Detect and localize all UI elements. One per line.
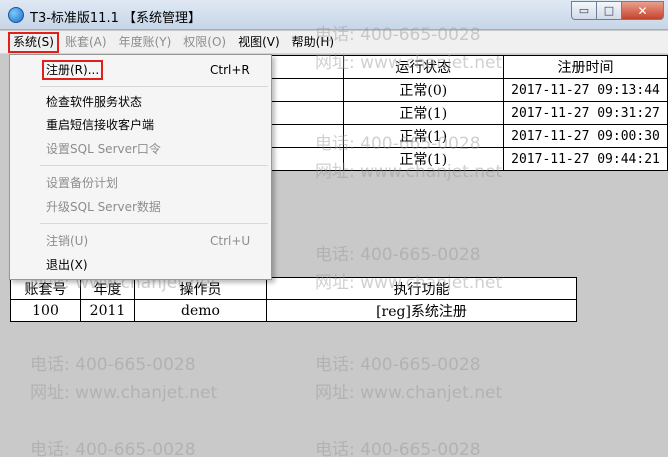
status-cell: 正常(1) <box>342 101 505 125</box>
app-window: T3-标准版11.1 【系统管理】 ▭ □ ✕ 系统(S) 账套(A) 年度账(… <box>0 0 668 457</box>
menu-permission[interactable]: 权限(O) <box>177 32 232 53</box>
table-cell <box>270 78 344 102</box>
table-row[interactable]: 正常(0) 2017-11-27 09:13:44 <box>270 78 668 102</box>
status-cell: 正常(0) <box>342 78 505 102</box>
account-cell: 100 <box>10 299 81 322</box>
menu-year-account[interactable]: 年度账(Y) <box>113 32 178 53</box>
app-logo-icon <box>8 7 24 23</box>
column-header-function: 执行功能 <box>266 277 577 300</box>
table-cell <box>270 55 344 79</box>
status-cell: 正常(1) <box>342 124 505 148</box>
menu-item-logout[interactable]: 注销(U) <box>46 231 88 251</box>
menu-item-check-service[interactable]: 检查软件服务状态 <box>46 92 142 112</box>
table-row[interactable]: 正常(1) 2017-11-27 09:31:27 <box>270 101 668 125</box>
session-table: 运行状态 注册时间 正常(0) 2017-11-27 09:13:44 正常(1… <box>270 55 668 171</box>
menu-item-backup-plan[interactable]: 设置备份计划 <box>46 173 118 193</box>
watermark-site: 网址: www.chanjet.net <box>30 383 218 403</box>
time-cell: 2017-11-27 09:31:27 <box>503 101 668 125</box>
menu-item-set-sql-password[interactable]: 设置SQL Server口令 <box>46 139 161 159</box>
time-cell: 2017-11-27 09:00:30 <box>503 124 668 148</box>
window-title: T3-标准版11.1 【系统管理】 <box>30 11 201 26</box>
table-cell <box>270 147 344 171</box>
menu-separator <box>40 86 268 87</box>
function-cell: [reg]系统注册 <box>266 299 577 322</box>
watermark-phone: 电话: 400-665-0028 <box>30 355 196 375</box>
table-row[interactable]: 正常(1) 2017-11-27 09:00:30 <box>270 124 668 148</box>
menu-system[interactable]: 系统(S) <box>8 31 59 53</box>
watermark-phone: 电话: 400-665-0028 <box>30 440 196 457</box>
column-header-year: 年度 <box>80 277 135 300</box>
menu-item-restart-sms-client[interactable]: 重启短信接收客户端 <box>46 115 154 135</box>
menu-item-register[interactable]: 注册(R)... <box>42 60 104 80</box>
menu-item-exit[interactable]: 退出(X) <box>46 255 88 275</box>
column-header-time: 注册时间 <box>503 55 668 79</box>
menu-account[interactable]: 账套(A) <box>59 32 113 53</box>
column-header-operator: 操作员 <box>134 277 267 300</box>
watermark-phone: 电话: 400-665-0028 <box>315 355 481 375</box>
menu-item-upgrade-sql-data[interactable]: 升级SQL Server数据 <box>46 197 161 217</box>
menu-separator <box>40 223 268 224</box>
minimize-button[interactable]: ▭ <box>571 1 597 20</box>
table-cell <box>270 101 344 125</box>
watermark-phone: 电话: 400-665-0028 <box>315 440 481 457</box>
watermark-site: 网址: www.chanjet.net <box>315 383 503 403</box>
close-button[interactable]: ✕ <box>622 1 664 20</box>
year-cell: 2011 <box>80 299 135 322</box>
operator-cell: demo <box>134 299 267 322</box>
shortcut-logout: Ctrl+U <box>210 234 251 248</box>
column-header-status: 运行状态 <box>342 55 505 79</box>
shortcut-register: Ctrl+R <box>210 63 250 77</box>
table-row[interactable]: 正常(1) 2017-11-27 09:44:21 <box>270 147 668 171</box>
menu-bar: 系统(S) 账套(A) 年度账(Y) 权限(O) 视图(V) 帮助(H) <box>0 31 668 54</box>
time-cell: 2017-11-27 09:44:21 <box>503 147 668 171</box>
watermark-phone: 电话: 400-665-0028 <box>315 245 481 265</box>
table-header-row: 账套号 年度 操作员 执行功能 <box>10 277 577 300</box>
table-cell <box>270 124 344 148</box>
status-cell: 正常(1) <box>342 147 505 171</box>
time-cell: 2017-11-27 09:13:44 <box>503 78 668 102</box>
table-header-row: 运行状态 注册时间 <box>270 55 668 79</box>
menu-separator <box>40 165 268 166</box>
menu-help[interactable]: 帮助(H) <box>286 32 340 53</box>
system-menu-dropdown: 注册(R)... Ctrl+R 检查软件服务状态 重启短信接收客户端 设置SQL… <box>9 54 272 280</box>
title-bar[interactable]: T3-标准版11.1 【系统管理】 ▭ □ ✕ <box>0 0 668 30</box>
menu-view[interactable]: 视图(V) <box>232 32 286 53</box>
table-row[interactable]: 100 2011 demo [reg]系统注册 <box>10 299 577 322</box>
maximize-button[interactable]: □ <box>597 1 622 20</box>
task-table: 账套号 年度 操作员 执行功能 100 2011 demo [reg]系统注册 <box>10 277 577 322</box>
column-header-account: 账套号 <box>10 277 81 300</box>
